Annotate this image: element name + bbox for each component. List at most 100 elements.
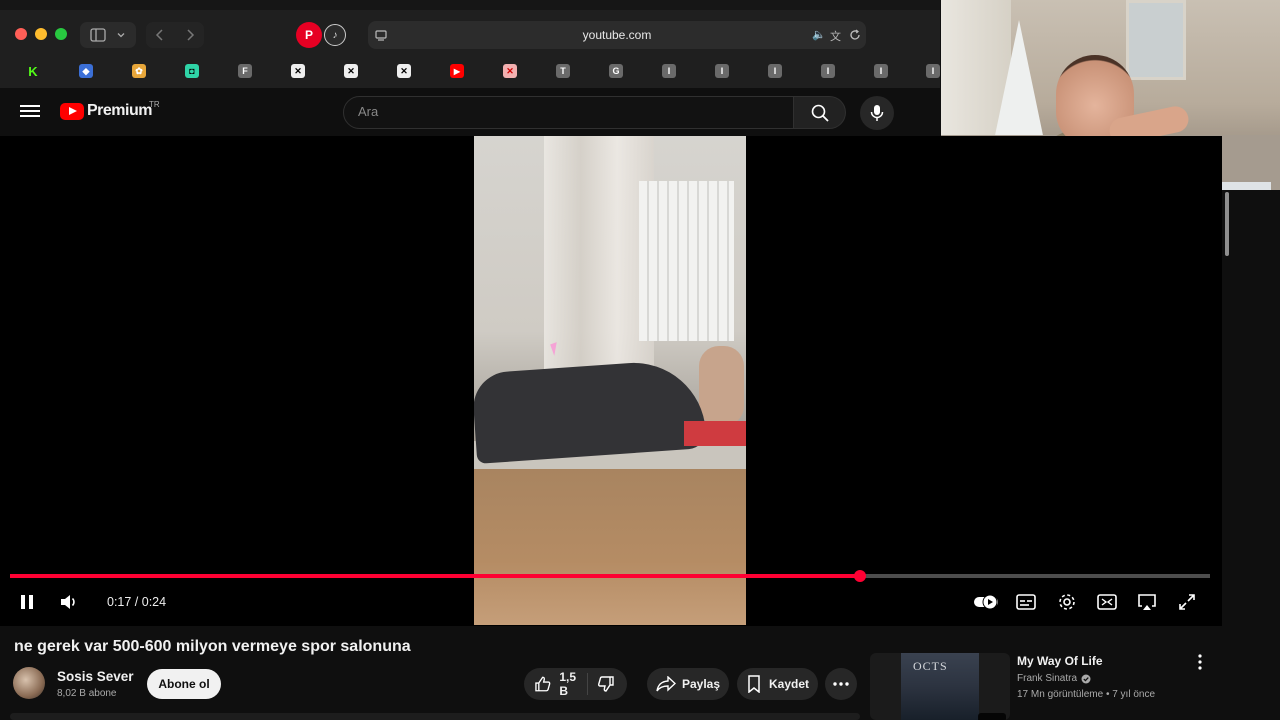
volume-button[interactable] <box>59 591 79 613</box>
reload-icon[interactable] <box>849 29 861 41</box>
bookmark-teal-icon[interactable]: ◘ <box>185 64 199 78</box>
fullscreen-button[interactable] <box>1176 591 1198 613</box>
like-count: 1,5 B <box>559 670 577 698</box>
bookmark-youtube-icon[interactable]: ▶ <box>450 64 464 78</box>
voice-search-button[interactable] <box>860 96 894 130</box>
search-icon <box>811 104 829 122</box>
more-horizontal-icon <box>833 682 849 686</box>
sidebar-toggle-button[interactable] <box>80 22 136 48</box>
pause-button[interactable] <box>18 591 36 613</box>
bookmark-g-icon[interactable]: G <box>609 64 623 78</box>
description-panel-edge <box>10 713 860 720</box>
subscriber-count: 8,02 B abone <box>57 688 117 699</box>
more-actions-button[interactable] <box>825 668 857 700</box>
menu-icon[interactable] <box>20 102 40 122</box>
bookmark-icon <box>748 675 760 693</box>
video-curtain <box>544 136 654 376</box>
video-person-leg <box>699 346 744 426</box>
tab-strip <box>0 0 940 10</box>
recommendation-title[interactable]: My Way Of Life <box>1017 654 1103 668</box>
settings-button[interactable] <box>1056 591 1078 613</box>
save-label: Kaydet <box>769 677 810 691</box>
bookmark-f-icon[interactable]: F <box>238 64 252 78</box>
recommendation-thumbnail[interactable]: OCTS <box>870 653 1010 720</box>
bookmark-i-icon[interactable]: I <box>926 64 940 78</box>
verified-icon <box>1081 674 1091 683</box>
browser-toolbar: P ♪ youtube.com 🔈 文 K ◆ ✿ ◘ F ✕ ✕ ✕ ▶ ✕ … <box>0 0 940 88</box>
video-person-body <box>474 358 707 464</box>
forward-arrow-icon[interactable] <box>185 29 195 41</box>
chevron-down-icon <box>117 33 125 38</box>
speaker-icon[interactable]: 🔈 <box>812 28 826 41</box>
page-scrollbar[interactable] <box>1222 190 1232 720</box>
bookmark-i-icon[interactable]: I <box>874 64 888 78</box>
translate-icon[interactable]: 文 <box>830 28 841 44</box>
share-button[interactable]: Paylaş <box>647 668 729 700</box>
video-frame[interactable] <box>474 136 746 625</box>
bookmark-t-icon[interactable]: T <box>556 64 570 78</box>
recommendation-artist[interactable]: Frank Sinatra <box>1017 673 1077 684</box>
search-button[interactable] <box>794 96 846 129</box>
pause-icon <box>21 595 33 609</box>
history-nav <box>146 22 204 48</box>
search-box <box>343 96 794 129</box>
video-red-cloth <box>684 421 746 446</box>
youtube-logo[interactable]: Premium <box>60 102 152 120</box>
progress-bar[interactable] <box>10 570 1210 582</box>
webcam-picture-frame <box>1126 0 1186 80</box>
video-player[interactable]: 0:17 / 0:24 <box>0 136 1222 626</box>
bookmark-chart-icon[interactable]: ✕ <box>344 64 358 78</box>
bookmark-pink-icon[interactable]: ✕ <box>503 64 517 78</box>
miniplayer-button[interactable] <box>1096 591 1118 613</box>
sidebar-icon <box>90 28 106 42</box>
pinterest-extension-icon[interactable]: P <box>296 22 322 48</box>
bookmark-i-icon[interactable]: I <box>768 64 782 78</box>
share-icon <box>656 676 676 692</box>
back-arrow-icon[interactable] <box>155 29 165 41</box>
bookmark-i-icon[interactable]: I <box>821 64 835 78</box>
recommendation-menu-button[interactable] <box>1190 652 1210 672</box>
youtube-header: Premium TR <box>0 88 940 136</box>
youtube-play-icon <box>60 102 84 120</box>
webcam-christmas-tree <box>993 20 1045 145</box>
channel-avatar[interactable] <box>13 667 45 699</box>
search-input[interactable] <box>358 104 778 119</box>
bookmark-chart-icon[interactable]: ✕ <box>397 64 411 78</box>
share-label: Paylaş <box>682 677 721 691</box>
video-window <box>639 181 734 341</box>
expand-icon <box>1179 594 1195 610</box>
subtitles-icon <box>1016 594 1036 610</box>
recommendation-artist-row: Frank Sinatra <box>1017 673 1091 684</box>
like-button[interactable]: 1,5 B <box>524 670 587 698</box>
scrollbar-thumb[interactable] <box>1225 192 1229 256</box>
airplay-button[interactable] <box>1136 591 1158 613</box>
autoplay-toggle[interactable] <box>972 591 1000 613</box>
bookmark-kick-icon[interactable]: K <box>26 64 40 79</box>
recommendation-meta: 17 Mn görüntüleme • 7 yıl önce <box>1017 689 1156 700</box>
thumbs-up-icon <box>535 676 551 692</box>
gear-icon <box>1059 594 1075 610</box>
music-extension-icon[interactable]: ♪ <box>324 24 346 46</box>
bookmark-orange-icon[interactable]: ✿ <box>132 64 146 78</box>
close-window-button[interactable] <box>15 28 27 40</box>
subscribe-button[interactable]: Abone ol <box>147 669 221 699</box>
bookmark-i-icon[interactable]: I <box>662 64 676 78</box>
progress-scrubber[interactable] <box>854 570 866 582</box>
save-button[interactable]: Kaydet <box>737 668 818 700</box>
url-text: youtube.com <box>582 28 652 42</box>
dislike-button[interactable] <box>588 675 615 693</box>
volume-icon <box>61 595 75 609</box>
thumbs-down-icon <box>598 676 614 692</box>
bookmark-blue-icon[interactable]: ◆ <box>79 64 93 78</box>
bookmark-chart-icon[interactable]: ✕ <box>291 64 305 78</box>
more-vertical-icon <box>1198 654 1202 670</box>
channel-name[interactable]: Sosis Sever <box>57 669 134 684</box>
bookmark-i-icon[interactable]: I <box>715 64 729 78</box>
maximize-window-button[interactable] <box>55 28 67 40</box>
video-title: ne gerek var 500-600 milyon vermeye spor… <box>14 638 411 655</box>
duration-badge <box>978 713 1006 720</box>
subtitles-button[interactable] <box>1015 591 1037 613</box>
address-bar[interactable]: youtube.com 🔈 文 <box>368 21 866 49</box>
bookmarks-bar: K ◆ ✿ ◘ F ✕ ✕ ✕ ▶ ✕ T G I I I I I I <box>0 58 940 84</box>
minimize-window-button[interactable] <box>35 28 47 40</box>
